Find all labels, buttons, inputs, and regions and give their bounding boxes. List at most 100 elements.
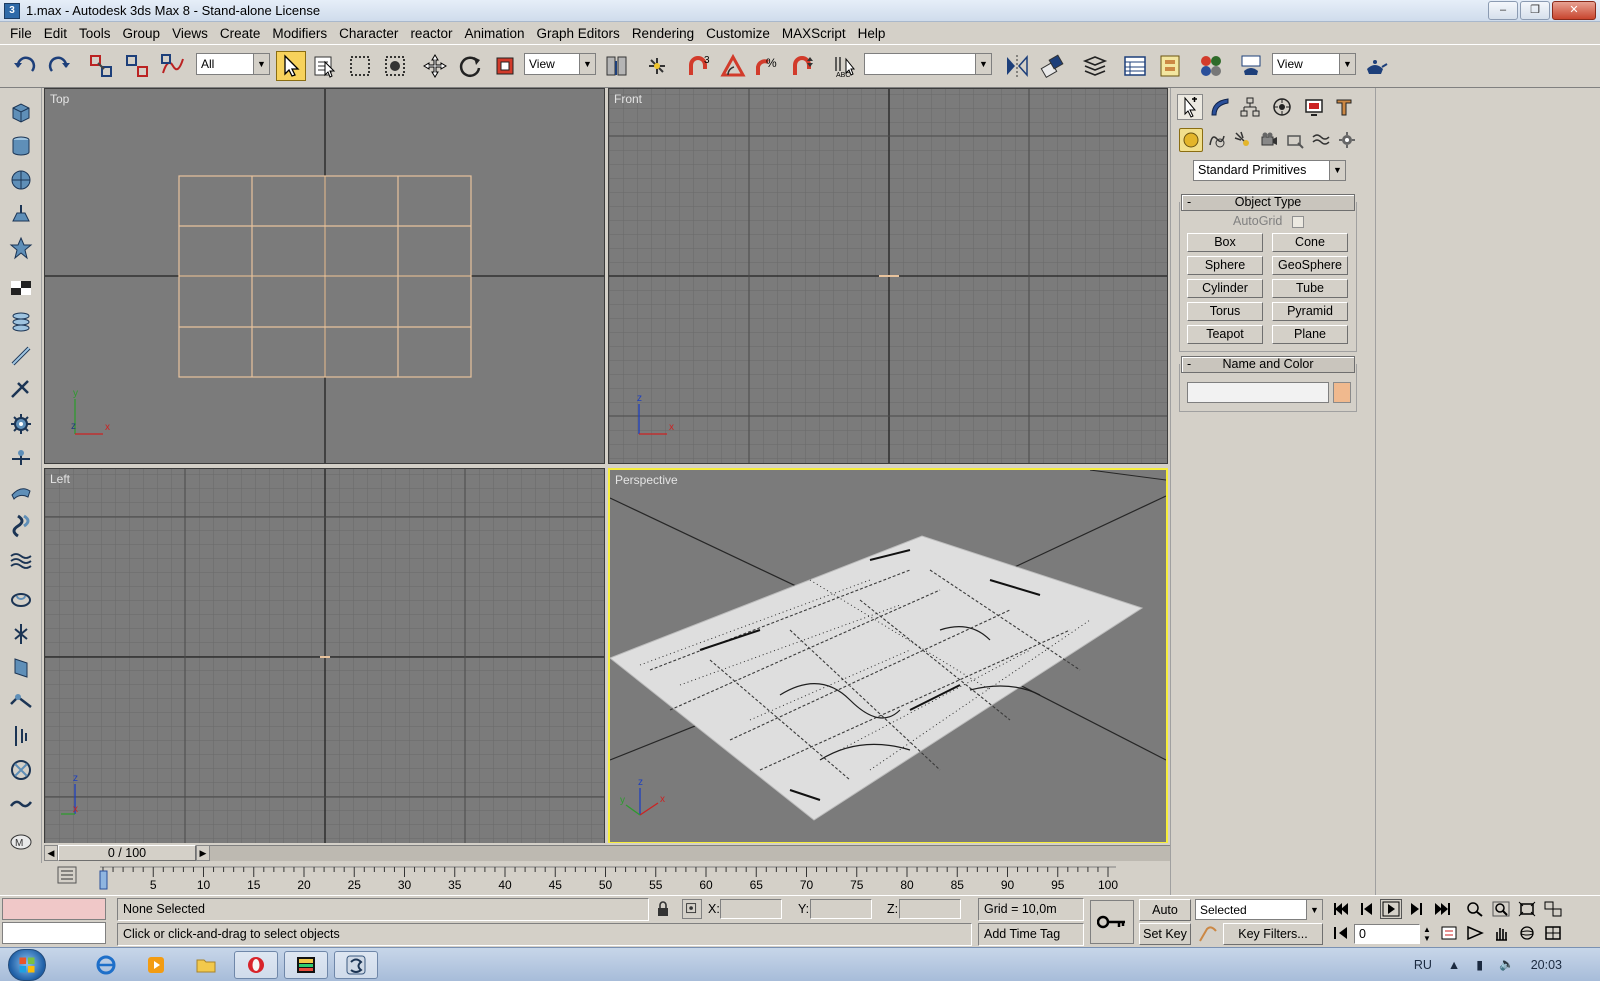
absolute-mode-transform-icon[interactable] <box>682 899 702 919</box>
teapot-button[interactable]: Teapot <box>1187 325 1263 344</box>
time-slider-track[interactable] <box>210 845 1170 861</box>
geosphere-button[interactable]: GeoSphere <box>1272 256 1348 275</box>
space-warps-category-icon[interactable] <box>1309 128 1333 152</box>
modifier-noise-icon[interactable] <box>7 546 35 574</box>
rectangular-selection-icon[interactable] <box>345 51 375 81</box>
plane-button[interactable]: Plane <box>1272 325 1348 344</box>
z-coordinate-field[interactable] <box>899 899 961 919</box>
plane-object[interactable] <box>178 175 472 378</box>
selection-filter-dropdown[interactable]: All ▼ <box>196 53 270 75</box>
named-selection-dropdown[interactable]: ▼ <box>864 53 992 75</box>
current-frame-field[interactable]: 0 <box>1354 924 1420 944</box>
textured-plane-object[interactable] <box>610 535 1144 821</box>
maximize-viewport-toggle-icon[interactable] <box>1542 923 1564 943</box>
time-configuration-icon[interactable] <box>1438 923 1460 943</box>
modifier-shell-icon[interactable] <box>7 654 35 682</box>
viewport-label-perspective[interactable]: Perspective <box>615 473 678 487</box>
viewport-label-front[interactable]: Front <box>614 92 642 106</box>
mirror-icon[interactable] <box>1002 51 1032 81</box>
hierarchy-tab-icon[interactable] <box>1237 94 1263 120</box>
modifier-twist-icon[interactable] <box>7 512 35 540</box>
pyramid-button[interactable]: Pyramid <box>1272 302 1348 321</box>
create-cylinder-icon[interactable] <box>7 132 35 160</box>
frame-spinner-icon[interactable]: ▲ ▼ <box>1422 925 1432 944</box>
cameras-category-icon[interactable] <box>1257 128 1281 152</box>
add-time-tag[interactable]: Add Time Tag <box>978 923 1084 946</box>
menu-reactor[interactable]: reactor <box>404 26 458 41</box>
menu-rendering[interactable]: Rendering <box>626 26 700 41</box>
modifier-ffd-icon[interactable] <box>7 586 35 614</box>
zoom-extents-all-icon[interactable] <box>1542 899 1564 919</box>
systems-category-icon[interactable] <box>1335 128 1359 152</box>
quick-render-icon[interactable] <box>1360 51 1390 81</box>
zoom-icon[interactable] <box>1464 899 1486 919</box>
maxscript-input-mini[interactable] <box>2 922 106 944</box>
battery-icon[interactable]: ▮ <box>1476 957 1483 972</box>
volume-icon[interactable]: 🔈 <box>1499 957 1515 972</box>
manipulate-icon[interactable] <box>642 51 672 81</box>
internet-explorer-icon[interactable] <box>84 951 128 979</box>
object-name-input[interactable] <box>1187 382 1329 403</box>
edit-named-selection-icon[interactable]: ABC <box>830 51 860 81</box>
object-category-dropdown[interactable]: Standard Primitives ▼ <box>1193 160 1346 181</box>
align-icon[interactable] <box>1038 51 1068 81</box>
next-frame-arrow-icon[interactable]: ▶ <box>196 845 210 861</box>
select-object-icon[interactable] <box>276 51 306 81</box>
create-space-warps-icon[interactable] <box>7 376 35 404</box>
track-view-icon[interactable] <box>1120 51 1150 81</box>
create-helpers-icon[interactable] <box>7 342 35 370</box>
opera-browser-icon[interactable] <box>234 951 278 979</box>
menu-file[interactable]: File <box>4 26 38 41</box>
sphere-button[interactable]: Sphere <box>1187 256 1263 275</box>
autogrid-checkbox[interactable]: AutoGrid <box>1233 214 1305 228</box>
cone-button[interactable]: Cone <box>1272 233 1348 252</box>
key-mode-toggle-icon[interactable] <box>1330 923 1352 943</box>
utilities-tab-icon[interactable] <box>1331 94 1357 120</box>
time-slider-thumb[interactable]: 0 / 100 <box>58 845 196 861</box>
create-box-icon[interactable] <box>7 98 35 126</box>
zoom-extents-icon[interactable] <box>1516 899 1538 919</box>
media-player-icon[interactable] <box>134 951 178 979</box>
lock-selection-icon[interactable] <box>654 900 672 918</box>
menu-views[interactable]: Views <box>166 26 214 41</box>
language-indicator[interactable]: RU <box>1414 958 1432 972</box>
layer-manager-icon[interactable] <box>1080 51 1110 81</box>
geometry-category-icon[interactable] <box>1179 128 1203 152</box>
y-coordinate-field[interactable] <box>810 899 872 919</box>
tube-button[interactable]: Tube <box>1272 279 1348 298</box>
menu-animation[interactable]: Animation <box>458 26 530 41</box>
window-crossing-icon[interactable] <box>380 51 410 81</box>
torus-button[interactable]: Torus <box>1187 302 1263 321</box>
menu-create[interactable]: Create <box>214 26 267 41</box>
menu-group[interactable]: Group <box>117 26 167 41</box>
zoom-all-icon[interactable] <box>1490 899 1512 919</box>
render-view-dropdown[interactable]: View ▼ <box>1272 53 1356 75</box>
create-systems-icon[interactable] <box>7 410 35 438</box>
viewport-front[interactable]: z x Front <box>608 88 1168 464</box>
x-coordinate-field[interactable] <box>720 899 782 919</box>
modifier-skin-icon[interactable] <box>7 756 35 784</box>
file-explorer-icon[interactable] <box>184 951 228 979</box>
start-button[interactable] <box>8 949 46 981</box>
create-camera-icon[interactable] <box>7 200 35 228</box>
menu-character[interactable]: Character <box>333 26 404 41</box>
menu-edit[interactable]: Edit <box>38 26 73 41</box>
viewport-left[interactable]: z x Left <box>44 468 605 844</box>
key-mode-dropdown[interactable]: Selected ▼ <box>1195 899 1323 920</box>
go-to-start-icon[interactable] <box>1330 899 1352 919</box>
create-shapes-icon[interactable] <box>7 274 35 302</box>
rotate-icon[interactable] <box>455 51 485 81</box>
percent-snap-icon[interactable]: % <box>752 51 782 81</box>
scale-icon[interactable] <box>490 51 520 81</box>
object-color-swatch[interactable] <box>1333 382 1351 403</box>
redo-icon[interactable] <box>44 51 74 81</box>
field-of-view-icon[interactable] <box>1464 923 1486 943</box>
menu-customize[interactable]: Customize <box>700 26 776 41</box>
set-keys-key-icon[interactable] <box>1090 900 1134 944</box>
object-type-header[interactable]: - Object Type <box>1181 194 1355 211</box>
unlink-selection-icon[interactable] <box>122 51 152 81</box>
lights-category-icon[interactable] <box>1231 128 1255 152</box>
display-tab-icon[interactable] <box>1301 94 1327 120</box>
material-editor-icon[interactable] <box>1196 51 1226 81</box>
modifier-taper-icon[interactable] <box>7 478 35 506</box>
